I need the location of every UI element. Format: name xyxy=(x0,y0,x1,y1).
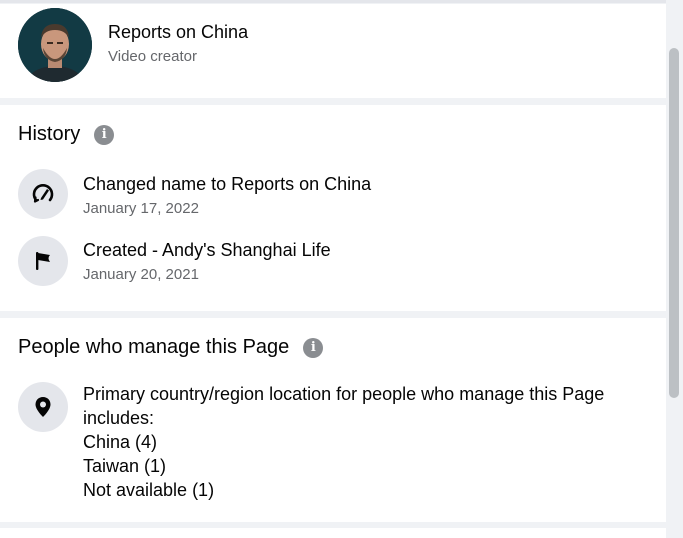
scrollbar[interactable] xyxy=(669,48,679,398)
manager-locations: Primary country/region location for peop… xyxy=(83,382,658,502)
people-heading: People who manage this Page i xyxy=(18,336,324,359)
location-pin-icon xyxy=(35,397,51,417)
name-change-icon-circle xyxy=(18,169,68,219)
history-heading: History i xyxy=(18,123,115,146)
location-icon-circle xyxy=(18,382,68,432)
history-item-date: January 20, 2021 xyxy=(83,266,199,283)
page-category: Video creator xyxy=(108,48,197,65)
avatar[interactable] xyxy=(18,8,92,82)
manager-locations-intro: Primary country/region location for peop… xyxy=(83,384,605,428)
avatar-photo xyxy=(18,8,92,82)
info-icon[interactable]: i xyxy=(94,124,115,145)
info-icon[interactable]: i xyxy=(303,337,324,358)
scrollbar-thumb[interactable] xyxy=(669,48,679,398)
bottom-divider xyxy=(0,522,666,538)
people-title: People who manage this Page xyxy=(18,336,290,358)
name-change-icon xyxy=(32,184,54,203)
people-card: People who manage this Page i Primary co… xyxy=(0,318,666,522)
history-item-label: Changed name to Reports on China xyxy=(83,174,372,194)
history-card: History i Changed name to Reports on Chi… xyxy=(0,105,666,311)
location-entry: China (4) xyxy=(83,432,158,452)
top-divider xyxy=(0,0,666,3)
flag-icon-circle xyxy=(18,236,68,286)
flag-icon xyxy=(36,252,50,270)
history-item-date: January 17, 2022 xyxy=(83,200,199,217)
history-title: History xyxy=(18,123,81,145)
page-header-card: Reports on China Video creator xyxy=(0,4,666,98)
location-entry: Not available (1) xyxy=(83,480,215,500)
page-name[interactable]: Reports on China xyxy=(108,22,248,43)
history-item-label: Created - Andy's Shanghai Life xyxy=(83,240,331,260)
next-card-edge xyxy=(0,528,666,538)
location-entry: Taiwan (1) xyxy=(83,456,167,476)
